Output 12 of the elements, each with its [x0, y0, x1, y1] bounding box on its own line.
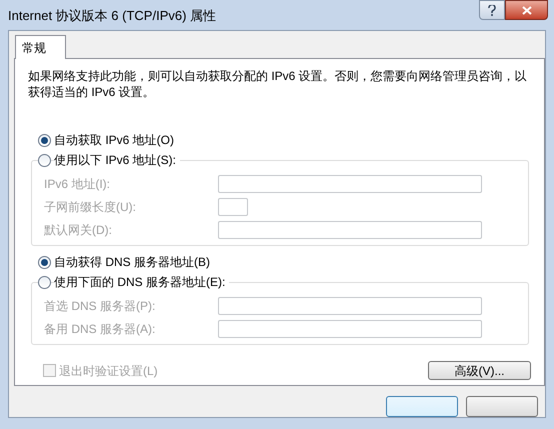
- advanced-button[interactable]: 高级(V)...: [428, 361, 531, 380]
- description-text: 如果网络支持此功能，则可以自动获取分配的 IPv6 设置。否则，您需要向网络管理员咨询，以获得适当的 IPv6 设置。: [28, 68, 528, 100]
- field-label: 首选 DNS 服务器(P):: [44, 298, 156, 314]
- field-label: 默认网关(D):: [44, 222, 113, 238]
- window-title: Internet 协议版本 6 (TCP/IPv6) 属性: [8, 7, 216, 25]
- field-label: 备用 DNS 服务器(A):: [44, 320, 156, 338]
- radio-label: 使用以下 IPv6 地址(S):: [54, 151, 180, 169]
- tab[interactable]: 常规: [15, 35, 66, 59]
- radio-label: 使用下面的 DNS 服务器地址(E):: [54, 273, 230, 291]
- checkbox-label: 退出时验证设置(L): [59, 362, 158, 380]
- field-label: 子网前缀长度(U):: [44, 198, 137, 216]
- field-label: IPv6 地址(I):: [44, 176, 112, 192]
